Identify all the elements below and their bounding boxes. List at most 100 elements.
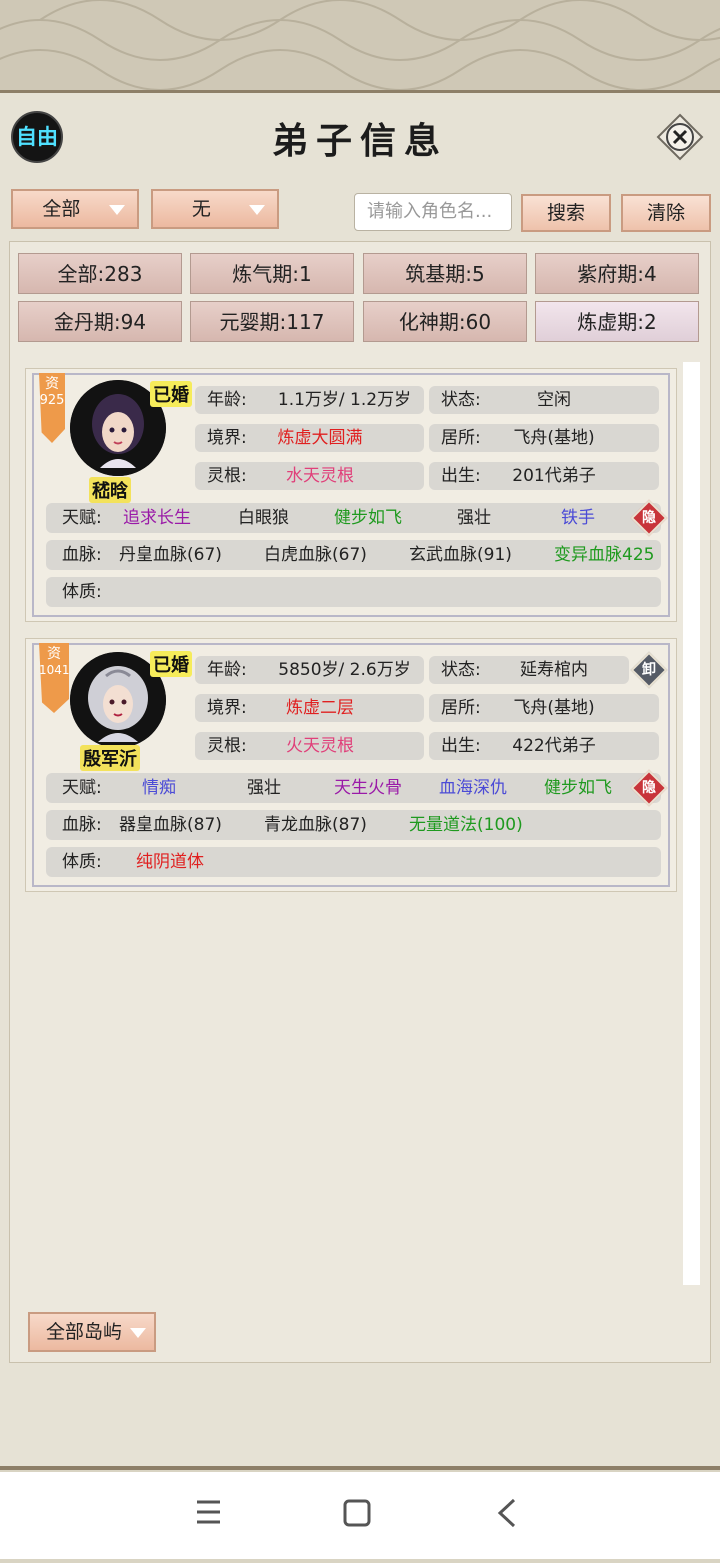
- aptitude-value: 925: [39, 393, 65, 408]
- birth-value: 422代弟子: [512, 736, 596, 756]
- bloodline-key: 血脉:: [62, 545, 102, 565]
- tab-huashen[interactable]: 化神期:60: [363, 301, 527, 342]
- bloodline-item: 器皇血脉(87): [119, 815, 222, 835]
- aptitude-badge: 资 925: [39, 373, 65, 443]
- clear-button[interactable]: 清除: [621, 194, 711, 232]
- talent-item: 强壮: [457, 508, 491, 528]
- birth-value: 201代弟子: [512, 466, 596, 486]
- physique-row: 体质:: [46, 577, 661, 607]
- talent-row: 天赋: 追求长生 白眼狼 健步如飞 强壮 铁手: [46, 503, 661, 533]
- secondary-dropdown-label: 无: [191, 198, 211, 220]
- scrollbar[interactable]: [683, 362, 700, 1285]
- residence-field: 居所: 飞舟(基地): [429, 694, 659, 722]
- tab-lianxu[interactable]: 炼虚期:2: [535, 301, 699, 342]
- aptitude-value: 1041: [39, 663, 70, 677]
- chevron-down-icon: [130, 1328, 146, 1338]
- talent-key: 天赋:: [62, 778, 102, 798]
- tab-zhuji[interactable]: 筑基期:5: [363, 253, 527, 294]
- island-filter-dropdown[interactable]: 全部岛屿: [28, 1312, 156, 1352]
- home-icon: [343, 1499, 371, 1527]
- spirit-root-key: 灵根:: [207, 736, 247, 756]
- hide-label: 隐: [642, 510, 656, 526]
- talent-item: 血海深仇: [439, 778, 507, 798]
- spirit-root-field: 灵根: 火天灵根: [195, 732, 424, 760]
- close-icon: [656, 113, 704, 161]
- married-badge: 已婚: [150, 381, 192, 407]
- married-badge: 已婚: [150, 651, 192, 677]
- residence-key: 居所:: [441, 698, 481, 718]
- realm-key: 境界:: [207, 428, 247, 448]
- status-key: 状态:: [441, 390, 481, 410]
- birth-field: 出生: 201代弟子: [429, 462, 659, 490]
- search-button[interactable]: 搜索: [521, 194, 611, 232]
- nav-icons: [197, 1498, 516, 1528]
- aptitude-label: 资: [45, 376, 59, 392]
- chevron-down-icon: [249, 205, 265, 215]
- talent-item: 白眼狼: [238, 508, 289, 528]
- status-value: 延寿棺内: [520, 660, 588, 680]
- talent-key: 天赋:: [62, 508, 102, 528]
- age-value: 5850岁/ 2.6万岁: [278, 660, 411, 680]
- bloodline-item: 青龙血脉(87): [264, 815, 367, 835]
- physique-key: 体质:: [62, 582, 102, 602]
- age-field: 年龄: 1.1万岁/ 1.2万岁: [195, 386, 424, 414]
- talent-row: 天赋: 情痴 强壮 天生火骨 血海深仇 健步如飞: [46, 773, 661, 803]
- unload-label: 卸: [642, 662, 656, 678]
- close-button[interactable]: [656, 113, 704, 161]
- realm-field: 境界: 炼虚大圆满: [195, 424, 424, 452]
- status-field: 状态: 空闲: [429, 386, 659, 414]
- tab-all[interactable]: 全部:283: [18, 253, 182, 294]
- bloodline-item: 玄武血脉(91): [409, 545, 512, 565]
- chevron-down-icon: [109, 205, 125, 215]
- category-dropdown-label: 全部: [42, 198, 81, 220]
- menu-icon: [197, 1500, 220, 1524]
- disciple-name: 殷军沂: [80, 745, 140, 771]
- category-dropdown[interactable]: 全部: [11, 189, 139, 229]
- talent-item: 天生火骨: [334, 778, 402, 798]
- realm-value: 炼虚二层: [286, 698, 354, 718]
- top-decor-band: [0, 0, 720, 95]
- spirit-root-key: 灵根:: [207, 466, 247, 486]
- status-key: 状态:: [441, 660, 481, 680]
- tab-jindan[interactable]: 金丹期:94: [18, 301, 182, 342]
- system-nav-bar: [0, 1472, 720, 1559]
- search-input[interactable]: 请输入角色名...: [354, 193, 512, 231]
- age-value: 1.1万岁/ 1.2万岁: [277, 390, 412, 410]
- tab-zifu[interactable]: 紫府期:4: [535, 253, 699, 294]
- physique-value: 纯阴道体: [136, 852, 204, 872]
- age-key: 年龄:: [207, 660, 247, 680]
- island-filter-label: 全部岛屿: [46, 1321, 123, 1343]
- disciple-name: 嵇晗: [89, 477, 131, 503]
- aptitude-label: 资: [47, 646, 61, 662]
- realm-value: 炼虚大圆满: [277, 428, 363, 448]
- bloodline-item: 无量道法(100): [409, 815, 523, 835]
- talent-item: 铁手: [561, 508, 595, 528]
- wave-pattern: [0, 0, 720, 91]
- bloodline-key: 血脉:: [62, 815, 102, 835]
- tab-lianqi[interactable]: 炼气期:1: [190, 253, 354, 294]
- residence-key: 居所:: [441, 428, 481, 448]
- spirit-root-value: 火天灵根: [286, 736, 354, 756]
- bloodline-item: 白虎血脉(67): [264, 545, 367, 565]
- physique-key: 体质:: [62, 852, 102, 872]
- aptitude-badge: 资 1041: [39, 643, 69, 713]
- residence-value: 飞舟(基地): [513, 428, 595, 448]
- residence-field: 居所: 飞舟(基地): [429, 424, 659, 452]
- age-field: 年龄: 5850岁/ 2.6万岁: [195, 656, 424, 684]
- physique-row: 体质: 纯阴道体: [46, 847, 661, 877]
- secondary-dropdown[interactable]: 无: [151, 189, 279, 229]
- talent-item: 追求长生: [123, 508, 191, 528]
- talent-item: 强壮: [247, 778, 281, 798]
- birth-field: 出生: 422代弟子: [429, 732, 659, 760]
- birth-key: 出生:: [441, 736, 481, 756]
- status-field: 状态: 延寿棺内: [429, 656, 629, 684]
- status-value: 空闲: [537, 390, 571, 410]
- spirit-root-field: 灵根: 水天灵根: [195, 462, 424, 490]
- age-key: 年龄:: [207, 390, 247, 410]
- residence-value: 飞舟(基地): [513, 698, 595, 718]
- bloodline-item: 丹皇血脉(67): [119, 545, 222, 565]
- bloodline-item: 变异血脉425: [554, 545, 655, 565]
- talent-item: 健步如飞: [334, 508, 402, 528]
- tab-yuanying[interactable]: 元婴期:117: [190, 301, 354, 342]
- hide-label: 隐: [642, 780, 656, 796]
